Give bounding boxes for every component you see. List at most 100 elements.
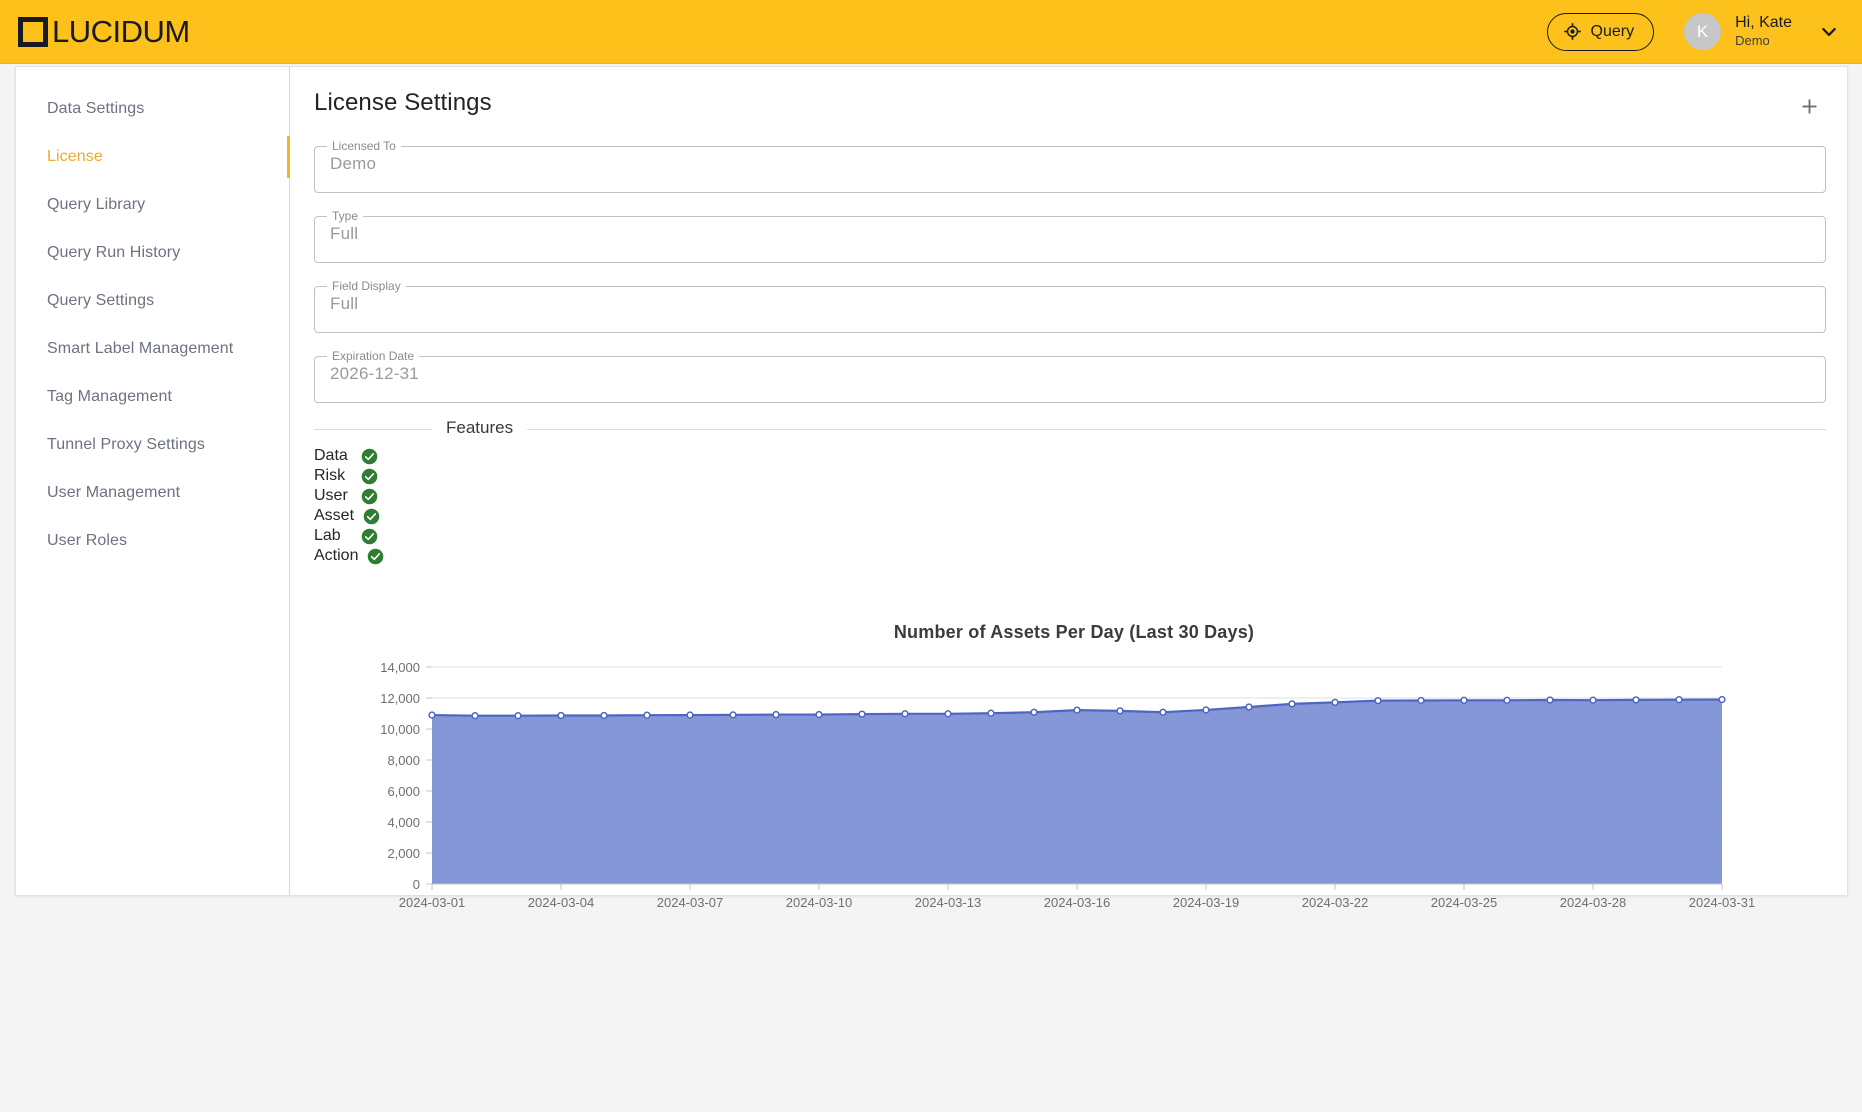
chart-point — [772, 710, 780, 719]
assets-chart: Number of Assets Per Day (Last 30 Days) … — [314, 622, 1834, 952]
field-value-field-display: Full — [330, 294, 359, 313]
page-header: License Settings — [314, 89, 1826, 123]
sidebar-item-tag-management[interactable]: Tag Management — [16, 373, 289, 421]
chart-point — [1116, 707, 1124, 715]
x-tick-label: 2024-03-19 — [1173, 895, 1240, 910]
sidebar-item-tunnel-proxy-settings[interactable]: Tunnel Proxy Settings — [16, 421, 289, 469]
y-tick-label: 8,000 — [387, 753, 420, 768]
y-tick-label: 0 — [413, 877, 420, 892]
license-fields: Licensed To Demo Type Full Field Display Full… — [314, 139, 1826, 403]
field-value-licensed-to: Demo — [330, 154, 377, 173]
chart-point — [1245, 703, 1253, 711]
chart-point — [1030, 708, 1038, 716]
sidebar-item-smart-label-management[interactable]: Smart Label Management — [16, 325, 289, 373]
add-license-button[interactable] — [1792, 89, 1826, 123]
sidebar-item-label: Query Settings — [47, 292, 155, 309]
feature-row-action: Action — [314, 546, 1826, 566]
x-tick-label: 2024-03-07 — [657, 895, 724, 910]
y-tick-label: 2,000 — [387, 846, 420, 861]
chart-canvas[interactable]: 0 2,000 4,000 6,000 8,000 10,000 12,000 14,000 2… — [314, 657, 1834, 932]
chart-area — [432, 699, 1722, 884]
plus-icon — [1802, 99, 1816, 113]
sidebar-item-query-library[interactable]: Query Library — [16, 181, 289, 229]
chart-title: Number of Assets Per Day (Last 30 Days) — [893, 622, 1255, 642]
sidebar-item-label: Query Library — [47, 196, 146, 213]
page-title: License Settings — [314, 89, 492, 116]
feature-row-data: Data — [314, 446, 1826, 466]
chart-svg: 0 2,000 4,000 6,000 8,000 10,000 12,000 14,000 2… — [380, 660, 1756, 910]
logo-square-icon — [18, 16, 48, 47]
chart-point — [1460, 696, 1468, 704]
avatar[interactable]: K — [1684, 13, 1722, 50]
x-tick-label: 2024-03-01 — [399, 895, 466, 910]
top-header-bar: LUCIDUM Query K Hi, Kate Demo — [0, 0, 1862, 64]
chart-point — [944, 710, 952, 718]
y-tick-label: 4,000 — [387, 815, 420, 830]
chart-point — [1374, 696, 1382, 705]
check-circle-icon — [361, 468, 378, 484]
field-label-expiration-date: Expiration Date — [332, 349, 415, 363]
feature-label: User — [314, 487, 348, 504]
feature-label: Risk — [314, 467, 346, 484]
sidebar-item-label: Query Run History — [47, 244, 181, 261]
user-info[interactable]: Hi, Kate Demo — [1735, 14, 1792, 49]
y-tick-label: 12,000 — [380, 691, 420, 706]
sidebar-item-license[interactable]: License — [16, 133, 290, 181]
field-outline-field-display: Field Display — [314, 279, 1826, 333]
chart-point — [1503, 696, 1511, 704]
sidebar-item-query-settings[interactable]: Query Settings — [16, 277, 289, 325]
query-button-label: Query — [1590, 22, 1635, 40]
field-field-display[interactable]: Field Display Full — [314, 279, 1826, 333]
x-tick-label: 2024-03-28 — [1560, 895, 1627, 910]
sidebar-item-user-roles[interactable]: User Roles — [16, 517, 289, 565]
sidebar-item-query-run-history[interactable]: Query Run History — [16, 229, 289, 277]
sidebar-item-user-management[interactable]: User Management — [16, 469, 289, 517]
check-circle-icon — [361, 528, 378, 544]
check-circle-icon — [363, 508, 380, 524]
feature-label: Lab — [314, 527, 341, 544]
field-licensed-to[interactable]: Licensed To Demo — [314, 139, 1826, 193]
features-section: Features Data Risk User Asset Lab Action — [314, 418, 1826, 566]
feature-row-user: User — [314, 486, 1826, 506]
field-value-type: Full — [330, 224, 359, 243]
chart-point — [1288, 700, 1296, 708]
sidebar-item-label: User Roles — [47, 532, 128, 549]
x-tick-label: 2024-03-04 — [528, 895, 595, 910]
field-label-licensed-to: Licensed To — [332, 139, 396, 153]
field-label-field-display: Field Display — [332, 279, 401, 293]
user-greeting: Hi, Kate — [1735, 13, 1792, 31]
chart-point — [1073, 706, 1081, 714]
user-organization: Demo — [1735, 33, 1770, 49]
query-button[interactable]: Query — [1546, 12, 1655, 51]
check-circle-icon — [368, 548, 384, 564]
chart-point — [428, 711, 436, 719]
field-expiration-date[interactable]: Expiration Date 2026-12-31 — [314, 349, 1826, 403]
chart-point — [557, 711, 565, 720]
app-logo[interactable]: LUCIDUM — [18, 14, 190, 50]
x-tick-label: 2024-03-31 — [1689, 895, 1756, 910]
sidebar-item-data-settings[interactable]: Data Settings — [16, 85, 289, 133]
field-label-type: Type — [332, 209, 359, 223]
chart-point — [1589, 696, 1597, 704]
sidebar-item-label: Data Settings — [47, 100, 145, 117]
settings-sidebar: Data Settings License Query Library Query R… — [16, 67, 290, 895]
header-right-controls: Query K Hi, Kate Demo — [1546, 12, 1841, 51]
chart-point — [600, 711, 608, 720]
target-icon — [1563, 23, 1581, 40]
chart-point — [729, 711, 737, 719]
feature-label: Action — [314, 547, 359, 564]
chart-point — [858, 710, 866, 718]
chevron-down-icon[interactable] — [1818, 21, 1840, 43]
x-tick-label: 2024-03-16 — [1044, 895, 1111, 910]
sidebar-item-label: Tag Management — [47, 388, 173, 405]
field-value-expiration-date: 2026-12-31 — [330, 364, 419, 383]
x-tick-label: 2024-03-22 — [1302, 895, 1369, 910]
feature-label: Data — [314, 447, 348, 464]
field-type[interactable]: Type Full — [314, 209, 1826, 263]
chart-point — [643, 711, 651, 719]
feature-row-lab: Lab — [314, 526, 1826, 546]
logo-text: LUCIDUM — [52, 13, 190, 49]
chart-point — [471, 712, 479, 720]
field-outline-licensed-to: Licensed To — [314, 139, 1826, 193]
avatar-initial: K — [1696, 21, 1709, 41]
